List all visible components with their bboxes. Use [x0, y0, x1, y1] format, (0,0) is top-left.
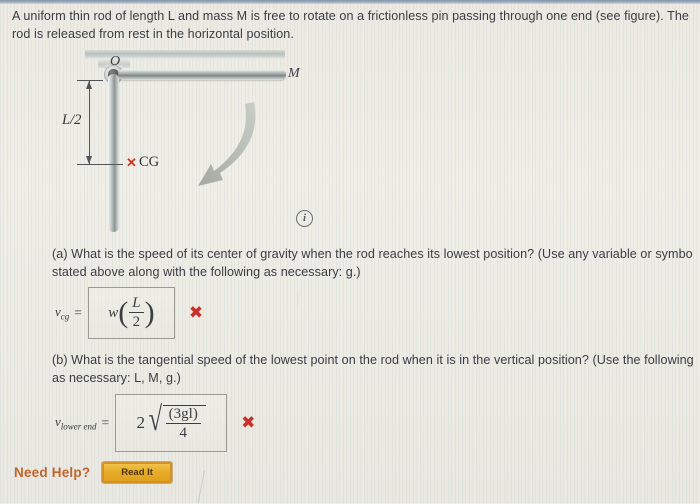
question-b-line-2: as necessary: L, M, g.) — [52, 370, 181, 385]
answer-b-coefficient: 2 — [136, 413, 145, 432]
answer-a-function: w — [108, 304, 119, 321]
answer-b-variable-label: vlower end — [55, 414, 97, 432]
question-a-line-1: (a) What is the speed of its center of g… — [52, 247, 693, 261]
dimension-line — [89, 80, 90, 165]
read-it-button[interactable]: Read It — [101, 461, 173, 484]
answer-b-numerator: (3gl) — [165, 407, 201, 424]
answer-a-variable-label: vcg — [55, 304, 70, 322]
half-length-label: L/2 — [62, 112, 82, 128]
dimension-tick-bottom — [77, 164, 123, 165]
cg-label: CG — [139, 154, 160, 170]
cg-marker-icon: ✕ — [126, 155, 137, 170]
radical-icon: √ — [148, 401, 163, 438]
answer-row-b: vlower end = 2 √ (3gl) 4 ✖ — [55, 394, 255, 452]
need-help-label: Need Help? — [14, 465, 91, 480]
question-b-line-1: (b) What is the tangential speed of the … — [52, 353, 694, 367]
problem-statement-line-2: rod is released from rest in the horizon… — [12, 26, 294, 41]
mass-label: M — [288, 66, 300, 81]
answer-a-fraction: L 2 — [129, 296, 144, 330]
answer-b-denominator: 4 — [179, 425, 187, 441]
question-a-line-2: stated above along with the following as… — [52, 264, 361, 279]
answer-b-fraction: (3gl) 4 — [165, 407, 201, 441]
answer-row-a: vcg = w ( L 2 ) ✖ — [55, 287, 203, 339]
answer-b-incorrect-icon: ✖ — [241, 412, 256, 433]
question-a-text: (a) What is the speed of its center of g… — [52, 246, 693, 281]
problem-statement-line-1: A uniform thin rod of length L and mass … — [12, 9, 689, 23]
problem-statement: A uniform thin rod of length L and mass … — [12, 8, 700, 43]
answer-b-input[interactable]: 2 √ (3gl) 4 — [115, 394, 228, 452]
question-b-text: (b) What is the tangential speed of the … — [52, 352, 694, 387]
answer-b-equals: = — [101, 415, 110, 430]
answer-a-input[interactable]: w ( L 2 ) — [87, 287, 175, 339]
answer-a-equals: = — [74, 305, 82, 320]
answer-a-denominator: 2 — [132, 314, 141, 330]
window-top-edge — [0, 0, 700, 4]
answer-a-incorrect-icon: ✖ — [188, 302, 204, 323]
answer-a-numerator: L — [129, 296, 144, 313]
answer-b-sqrt: √ (3gl) 4 — [146, 401, 206, 441]
info-icon[interactable]: i — [296, 210, 313, 227]
need-help-row: Need Help? Read It — [14, 461, 173, 484]
dimension-arrow-down-icon — [86, 156, 92, 164]
rotation-arrow-icon — [198, 102, 256, 186]
dimension-arrow-up-icon — [86, 81, 92, 89]
pivot-label: O — [110, 54, 121, 69]
rod-horizontal-position — [118, 69, 286, 80]
answer-b-radicand: (3gl) 4 — [162, 405, 206, 441]
rod-pivot-figure: O M L/2 ✕ CG i — [60, 42, 360, 232]
rod-vertical-position — [108, 74, 119, 232]
